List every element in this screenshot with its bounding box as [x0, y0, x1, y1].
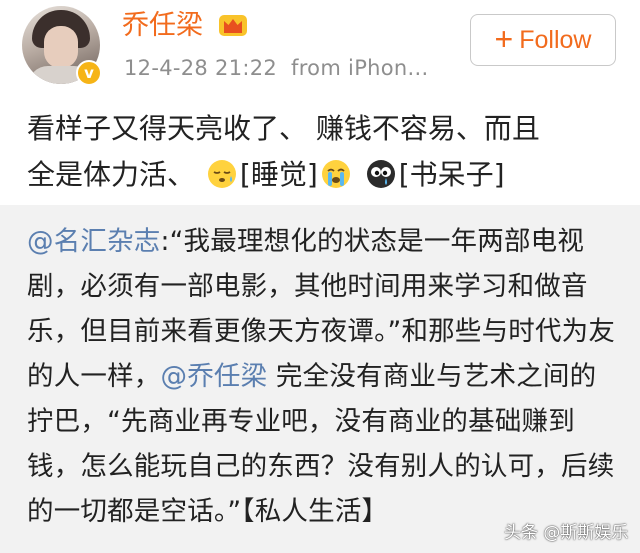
follow-button[interactable]: + Follow	[470, 14, 616, 66]
crying-emoji-icon	[321, 160, 350, 188]
post-source[interactable]: from iPhon...	[291, 56, 428, 80]
repost-panel[interactable]: @名汇杂志:“我最理想化的状态是一年两部电视剧，必须有一部电影，其他时间用来学习…	[0, 205, 640, 553]
watermark: 头条 @斯斯娱乐	[504, 523, 629, 543]
username-link[interactable]: 乔任梁	[122, 8, 203, 44]
tag-sleep: [睡觉]	[239, 158, 318, 191]
mention-minghui[interactable]: @名汇杂志	[27, 226, 161, 257]
post-line-1: 看样子又得天亮收了、 赚钱不容易、而且	[27, 112, 540, 145]
vip-badge-icon: v	[76, 60, 102, 86]
avatar-face	[44, 26, 78, 68]
tag-nerd: [书呆子]	[398, 158, 505, 191]
sleepy-emoji-icon	[207, 160, 236, 188]
post-header: v 乔任梁 12-4-28 21:22 from iPhon... + Follo…	[0, 0, 640, 100]
post-meta: 12-4-28 21:22 from iPhon...	[124, 56, 428, 80]
plus-icon: +	[494, 20, 514, 57]
post-timestamp: 12-4-28 21:22	[124, 56, 278, 80]
post-line-2: 全是体力活、 [睡觉] [书呆子]	[27, 152, 627, 198]
nerd-emoji-icon	[366, 160, 395, 188]
crown-icon	[219, 15, 247, 36]
post-body: 看样子又得天亮收了、 赚钱不容易、而且 全是体力活、 [睡觉] [书呆子]	[27, 106, 627, 198]
follow-label: Follow	[519, 25, 592, 54]
mention-qiaorenliang[interactable]: @乔任梁	[161, 361, 268, 392]
repost-text: @名汇杂志:“我最理想化的状态是一年两部电视剧，必须有一部电影，其他时间用来学习…	[27, 219, 623, 534]
post-line-2-text: 全是体力活、	[27, 158, 196, 191]
